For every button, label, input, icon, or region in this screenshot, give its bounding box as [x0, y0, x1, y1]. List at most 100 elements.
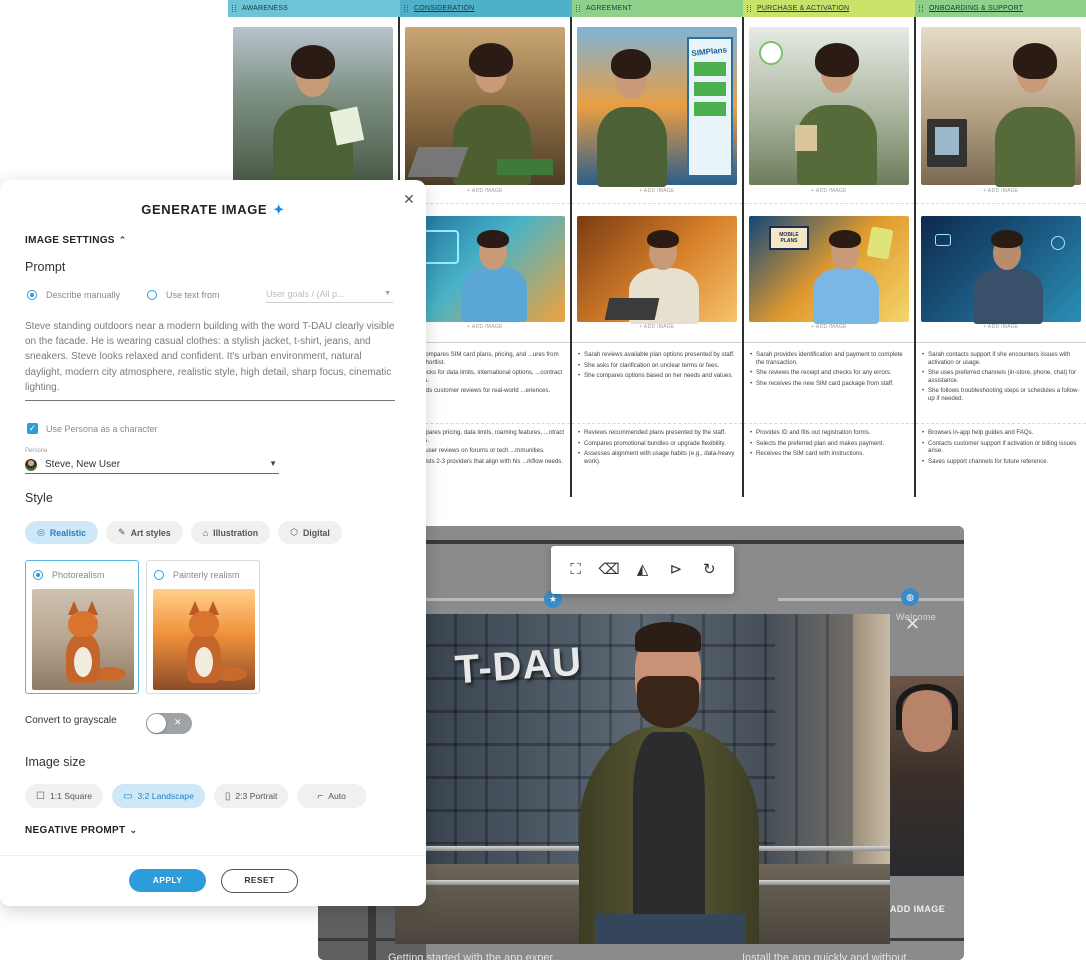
portrait-icon: ▯: [224, 790, 231, 802]
stage-header-row: AWARENESS CONSIDERATION AGREEMENT PURCHA…: [228, 0, 1086, 17]
tab-digital[interactable]: ⬡ Digital: [278, 521, 342, 544]
notes-list: Provides ID and fills out registration f…: [749, 429, 909, 461]
stage-consideration[interactable]: CONSIDERATION: [400, 0, 572, 17]
crop-icon[interactable]: ⛶: [565, 559, 587, 581]
stage-agreement[interactable]: AGREEMENT: [572, 0, 743, 17]
card-caption: Install the app quickly and without...: [742, 952, 916, 960]
persona-illustration[interactable]: MOBILE PLANS: [749, 216, 909, 324]
describe-manually-radio[interactable]: [27, 290, 37, 300]
persona-photo[interactable]: [405, 27, 565, 185]
image-size-label: Image size: [25, 755, 86, 769]
persona-photo[interactable]: [921, 27, 1081, 187]
globe-icon[interactable]: ◍: [901, 588, 919, 606]
image-settings-toggle[interactable]: IMAGE SETTINGS ⌃: [25, 235, 127, 246]
chevron-down-icon: ⌄: [129, 825, 138, 835]
avatar: [25, 458, 37, 471]
eraser-icon[interactable]: ⌫: [598, 559, 620, 581]
persona-field-label: Persona: [25, 448, 48, 454]
fox-preview-image: [153, 589, 255, 690]
drag-handle-icon[interactable]: [919, 5, 923, 12]
cube-icon: ⬡: [290, 527, 298, 537]
use-text-from-radio[interactable]: [147, 290, 158, 300]
add-image-link[interactable]: + ADD IMAGE: [744, 188, 914, 194]
auto-crop-icon: ⌐: [317, 790, 324, 802]
stage-purchase-activation[interactable]: PURCHASE & ACTIVATION: [743, 0, 915, 17]
tab-illustration[interactable]: ⌂ Illustration: [190, 521, 271, 544]
tab-realistic[interactable]: ◎ Realistic: [25, 521, 99, 544]
style-tabs: ◎ Realistic ✎ Art styles ⌂ Illustration ⬡ Di…: [25, 521, 350, 544]
close-icon: ✕: [174, 717, 182, 727]
size-landscape[interactable]: ▭ 3:2 Landscape: [112, 784, 205, 808]
apply-button[interactable]: APPLY: [129, 869, 206, 892]
notes-list: Reviews recommended plans presented by t…: [577, 429, 737, 468]
stage-awareness[interactable]: AWARENESS: [228, 0, 400, 17]
notes-list: Sarah provides identification and paymen…: [749, 351, 909, 390]
journey-column: SIMPlans + ADD IMAGE + ADD IMAGE • Sarah…: [572, 17, 742, 497]
add-image-link[interactable]: + ADD IMAGE: [572, 188, 742, 194]
drag-handle-icon[interactable]: [747, 5, 751, 12]
prompt-label: Prompt: [25, 260, 66, 274]
drag-handle-icon[interactable]: [576, 5, 580, 12]
camera-icon: ◎: [37, 527, 45, 537]
sparkle-icon: ✦: [273, 202, 285, 217]
drag-handle-icon[interactable]: [232, 5, 236, 12]
notes-list: ...h compares SIM card plans, pricing, a…: [405, 351, 565, 398]
style-card-photorealism[interactable]: Photorealism: [25, 560, 139, 694]
rotate-icon[interactable]: ↻: [698, 559, 720, 581]
use-persona-checkbox[interactable]: ✓: [27, 423, 38, 434]
size-square[interactable]: ☐ 1:1 Square: [25, 784, 104, 808]
persona-illustration[interactable]: [577, 216, 737, 324]
persona-photo[interactable]: [749, 27, 909, 185]
brush-icon: ✎: [118, 527, 126, 537]
flip-vertical-icon[interactable]: ⊳: [665, 559, 687, 581]
add-image-link[interactable]: + ADD IMAGE: [572, 324, 742, 330]
style-card-painterly[interactable]: Painterly realism: [146, 560, 260, 694]
style-label: Style: [25, 491, 53, 505]
image-size-options: ☐ 1:1 Square ▭ 3:2 Landscape ▯ 2:3 Portrait…: [25, 784, 375, 808]
painterly-radio[interactable]: [154, 570, 164, 580]
drag-handle-icon[interactable]: [404, 5, 408, 12]
persona-illustration[interactable]: [405, 216, 565, 322]
close-icon[interactable]: ✕: [402, 192, 416, 206]
persona-illustration[interactable]: [921, 216, 1081, 324]
prompt-textarea[interactable]: Steve standing outdoors near a modern bu…: [25, 319, 395, 401]
notes-list: Sarah reviews available plan options pre…: [577, 351, 737, 383]
edited-photo[interactable]: T-DAU: [395, 614, 890, 944]
stage-onboarding-support[interactable]: ONBOARDING & SUPPORT: [915, 0, 1086, 17]
add-image-link[interactable]: ADD IMAGE: [890, 904, 945, 914]
screen: AWARENESS CONSIDERATION AGREEMENT PURCHA…: [0, 0, 1086, 960]
headphones-icon: [896, 684, 958, 730]
reset-button[interactable]: RESET: [221, 869, 298, 893]
persona-photo[interactable]: [233, 27, 393, 185]
photorealism-radio[interactable]: [33, 570, 43, 580]
generate-image-panel: GENERATE IMAGE ✦ ✕ IMAGE SETTINGS ⌃ Prompt…: [0, 180, 426, 906]
tab-art-styles[interactable]: ✎ Art styles: [106, 521, 183, 544]
flip-horizontal-icon[interactable]: ◭: [631, 559, 653, 581]
journey-column: + ADD IMAGE MOBILE PLANS + ADD IMAGE Sar…: [744, 17, 914, 497]
panel-title: GENERATE IMAGE ✦: [141, 202, 285, 217]
editor-toolbar: ⛶ ⌫ ◭ ⊳ ↻: [551, 546, 734, 594]
prompt-source-group: Describe manually Use text from: [27, 290, 220, 300]
add-image-link[interactable]: + ADD IMAGE: [744, 324, 914, 330]
journey-column: + ADD IMAGE + ADD IMAGE Sarah contacts s…: [916, 17, 1086, 497]
text-source-select[interactable]: User goals / (All p... ▼: [266, 287, 393, 303]
square-icon: ☐: [36, 790, 45, 802]
persona-select[interactable]: Steve, New User ▼: [25, 456, 279, 474]
add-image-link[interactable]: + ADD IMAGE: [916, 188, 1086, 194]
landscape-icon: ▭: [123, 790, 133, 802]
building-sign: T-DAU: [453, 639, 584, 693]
notes-list: Sarah contacts support if she encounters…: [921, 351, 1081, 406]
chevron-up-icon: ⌃: [118, 235, 127, 245]
size-portrait[interactable]: ▯ 2:3 Portrait: [213, 784, 289, 808]
use-persona-row: ✓ Use Persona as a character: [27, 423, 158, 434]
pen-tool-icon: ⌂: [202, 527, 209, 538]
grayscale-toggle[interactable]: ✕: [146, 713, 192, 734]
negative-prompt-toggle[interactable]: NEGATIVE PROMPT ⌄: [25, 825, 137, 836]
persona-photo[interactable]: SIMPlans: [577, 27, 737, 187]
notes-list: ...ompares pricing, data limits, roaming…: [405, 429, 565, 468]
close-icon[interactable]: ✕: [905, 614, 920, 635]
fox-preview-image: [32, 589, 134, 690]
size-auto[interactable]: ⌐ Auto: [297, 784, 366, 808]
caret-down-icon: ▼: [269, 459, 277, 468]
add-image-link[interactable]: + ADD IMAGE: [916, 324, 1086, 330]
